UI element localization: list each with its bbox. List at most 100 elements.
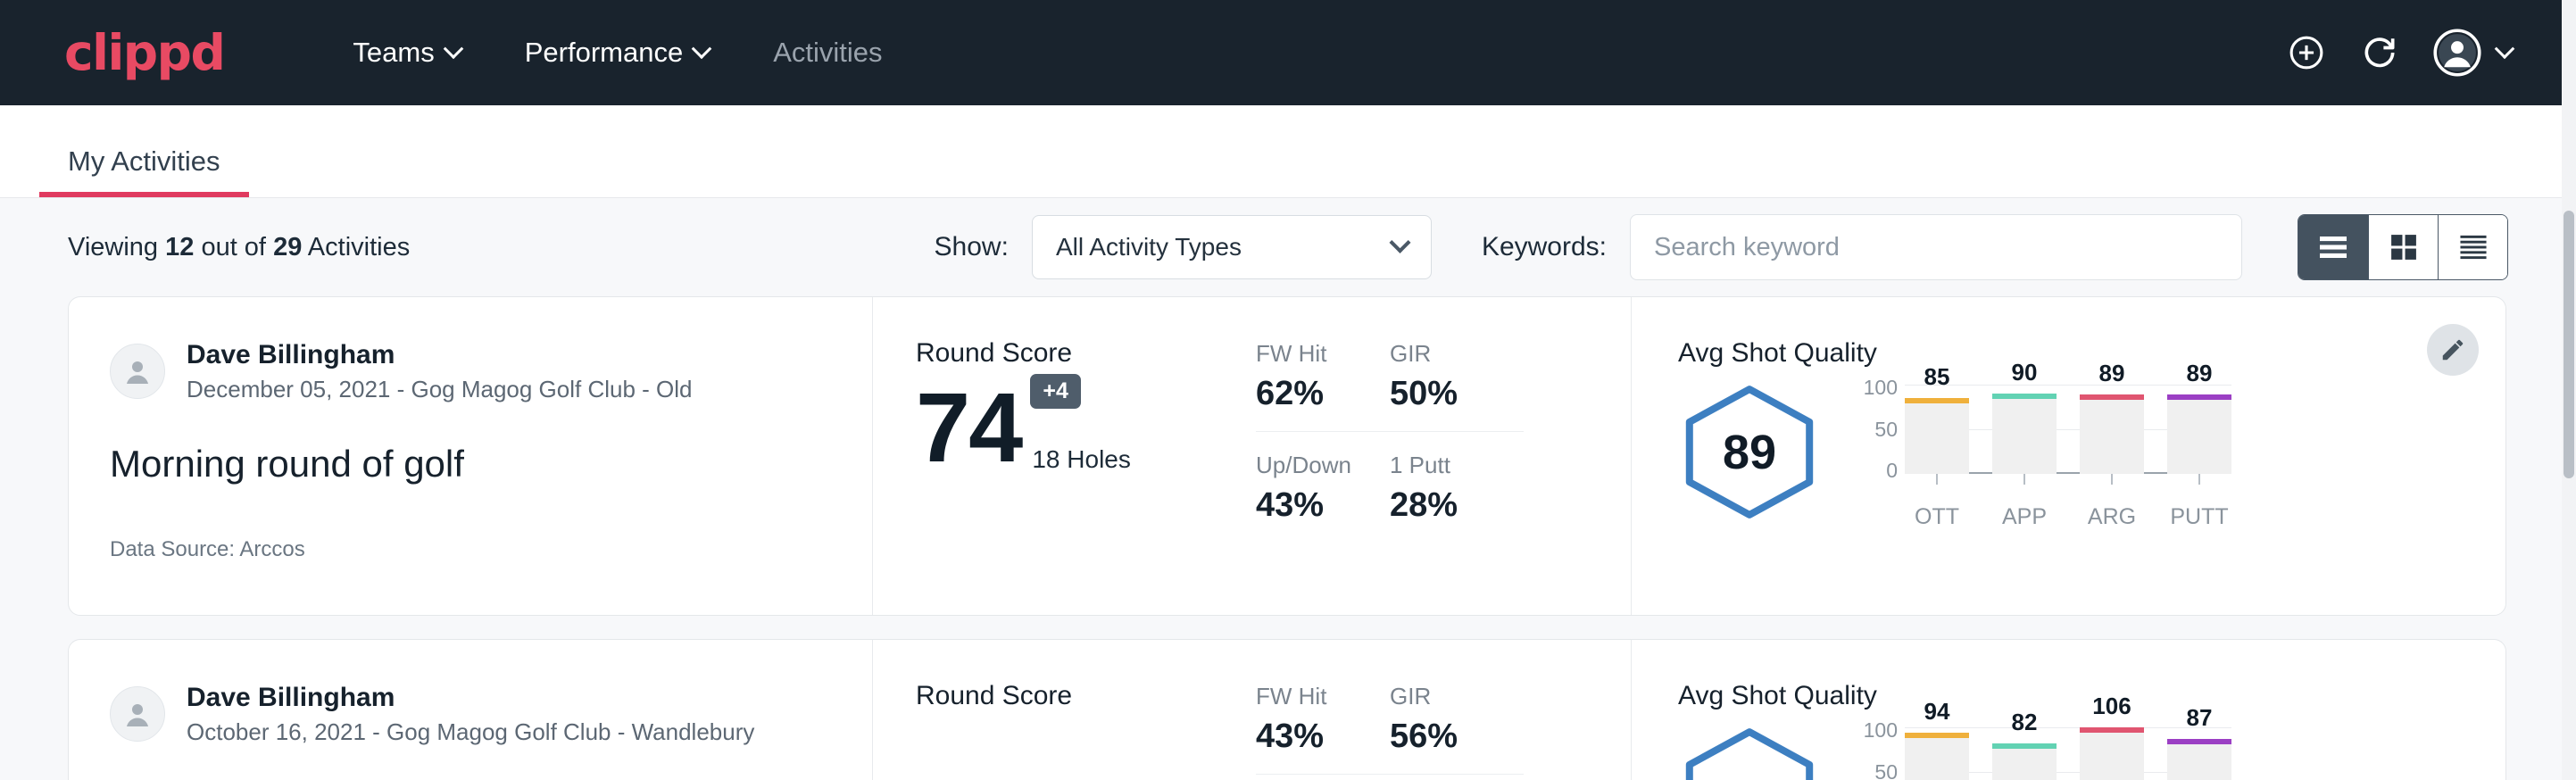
- chart-bars: 948210687: [1905, 727, 2231, 780]
- chart-bar-cap: [1992, 394, 2057, 399]
- stat-fw-hit-value: 62%: [1256, 375, 1365, 413]
- chart-y-axis: 100 50 0: [1851, 376, 1905, 483]
- y-tick-50: 50: [1874, 760, 1898, 780]
- nav-item-activities[interactable]: Activities: [741, 37, 914, 69]
- clippd-logo[interactable]: clippd: [64, 24, 224, 81]
- compact-view-toggle[interactable]: [2438, 215, 2507, 279]
- grid-view-toggle[interactable]: [2368, 215, 2438, 279]
- activity-card[interactable]: Dave Billingham October 16, 2021 - Gog M…: [68, 639, 2506, 780]
- round-score-label: Round Score: [916, 681, 1247, 711]
- stat-fw-hit: FW Hit 43%: [1256, 683, 1390, 775]
- chart-bar-ott: 94: [1905, 727, 1969, 780]
- avatar: [110, 344, 165, 399]
- round-score-column: Round Score: [872, 640, 1247, 780]
- stat-up-down-label: Up/Down: [1256, 452, 1365, 479]
- activity-type-select-value: All Activity Types: [1056, 233, 1242, 261]
- activity-type-select[interactable]: All Activity Types: [1032, 215, 1432, 279]
- refresh-icon[interactable]: [2360, 33, 2399, 72]
- y-tick-100: 100: [1864, 718, 1898, 743]
- stat-gir: GIR 56%: [1390, 683, 1524, 775]
- stat-one-putt: 1 Putt 28%: [1390, 432, 1524, 525]
- player-name: Dave Billingham: [187, 681, 754, 715]
- chart-bar-value-app: 90: [1992, 359, 2057, 386]
- avg-shot-quality-content: 100 50 0 948210687: [1678, 720, 2505, 780]
- stat-gir-label: GIR: [1390, 340, 1499, 368]
- player-header: Dave Billingham December 05, 2021 - Gog …: [110, 338, 872, 405]
- stat-fw-hit: FW Hit 62%: [1256, 340, 1390, 432]
- chart-y-axis: 100 50 0: [1851, 718, 1905, 780]
- tab-my-activities[interactable]: My Activities: [39, 145, 249, 197]
- page-scrollbar[interactable]: [2562, 0, 2576, 780]
- tab-my-activities-label: My Activities: [68, 145, 220, 177]
- chevron-down-icon: [1389, 231, 1410, 253]
- chart-bar-cap: [1905, 733, 1969, 738]
- stat-gir-value: 56%: [1390, 718, 1499, 756]
- shot-quality-bar-chart: 100 50 0 85908989: [1851, 385, 2231, 530]
- stat-fw-hit-value: 43%: [1256, 718, 1365, 756]
- primary-nav-links: Teams Performance Activities: [320, 37, 914, 69]
- nav-item-teams[interactable]: Teams: [320, 37, 492, 69]
- quality-hexagon-value: [1678, 726, 1821, 780]
- viewing-count-text: Viewing 12 out of 29 Activities: [68, 233, 410, 262]
- chart-bar-value-ott: 85: [1905, 363, 1969, 391]
- nav-item-performance[interactable]: Performance: [493, 37, 741, 69]
- player-text: Dave Billingham October 16, 2021 - Gog M…: [187, 681, 754, 748]
- chart-bar-body: [2167, 739, 2231, 780]
- stat-up-down: Up/Down 43%: [1256, 432, 1390, 525]
- round-score-column: Round Score 74 +4 18 Holes: [872, 297, 1247, 615]
- add-circle-icon[interactable]: [2287, 33, 2326, 72]
- activity-card-list: Dave Billingham December 05, 2021 - Gog …: [0, 296, 2562, 780]
- stat-one-putt-value: 28%: [1390, 486, 1499, 525]
- round-stats-column: FW Hit 62% GIR 50% Up/Down 43% 1 Putt 28…: [1247, 297, 1631, 615]
- edit-activity-button[interactable]: [2427, 324, 2479, 376]
- keywords-label: Keywords:: [1482, 232, 1607, 262]
- chart-bar-body: [1905, 398, 1969, 474]
- y-tick-0: 0: [1886, 459, 1898, 483]
- nav-item-activities-label: Activities: [773, 37, 882, 69]
- activity-meta: December 05, 2021 - Gog Magog Golf Club …: [187, 374, 693, 405]
- activity-meta: October 16, 2021 - Gog Magog Golf Club -…: [187, 717, 754, 748]
- chart-bar-body: [1905, 733, 1969, 780]
- chart-bar-value-putt: 89: [2167, 360, 2231, 387]
- activity-card[interactable]: Dave Billingham December 05, 2021 - Gog …: [68, 296, 2506, 616]
- account-avatar[interactable]: [2433, 29, 2512, 77]
- y-tick-50: 50: [1874, 418, 1898, 442]
- chart-bars: 85908989: [1905, 385, 2231, 474]
- chart-x-axis: OTTAPPARGPUTT: [1905, 504, 2231, 530]
- player-text: Dave Billingham December 05, 2021 - Gog …: [187, 338, 693, 405]
- chevron-down-icon: [2495, 38, 2515, 59]
- chart-x-label-putt: PUTT: [2167, 504, 2231, 530]
- search-input[interactable]: Search keyword: [1630, 214, 2242, 280]
- activity-identity-column: Dave Billingham December 05, 2021 - Gog …: [69, 297, 872, 615]
- holes-played: 18 Holes: [1032, 445, 1131, 474]
- stat-fw-hit-label: FW Hit: [1256, 683, 1365, 710]
- top-navigation-bar: clippd Teams Performance Activities: [0, 0, 2562, 105]
- avg-shot-quality-content: 89 100 50 0 8590: [1678, 378, 2505, 530]
- shot-quality-bar-chart: 100 50 0 948210687: [1851, 727, 2231, 780]
- round-score-value-group: 74 +4 18 Holes: [916, 374, 1247, 479]
- round-stats-grid: FW Hit 62% GIR 50% Up/Down 43% 1 Putt 28…: [1256, 340, 1631, 525]
- view-mode-toggle-group: [2298, 214, 2508, 280]
- chart-bar-value-arg: 89: [2080, 360, 2144, 387]
- avatar: [110, 686, 165, 742]
- player-header: Dave Billingham October 16, 2021 - Gog M…: [110, 681, 872, 748]
- chart-bar-value-app: 82: [1992, 709, 2057, 736]
- stat-up-down-value: 43%: [1256, 486, 1365, 525]
- chart-x-label-app: APP: [1992, 504, 2057, 530]
- avg-shot-quality-column: Avg Shot Quality 100 50 0: [1631, 640, 2505, 780]
- chart-bar-cap: [2167, 394, 2231, 400]
- app-root: clippd Teams Performance Activities: [0, 0, 2562, 780]
- chart-bar-value-arg: 106: [2080, 693, 2144, 720]
- viewing-suffix: Activities: [308, 233, 410, 261]
- activity-identity-column: Dave Billingham October 16, 2021 - Gog M…: [69, 640, 872, 780]
- list-view-toggle[interactable]: [2298, 215, 2368, 279]
- stat-gir-value: 50%: [1390, 375, 1499, 413]
- chart-bar-value-putt: 87: [2167, 704, 2231, 732]
- chart-bar-ott: 85: [1905, 385, 1969, 474]
- nav-actions: [2287, 29, 2512, 77]
- page-scrollbar-thumb[interactable]: [2564, 211, 2574, 478]
- chart-bar-cap: [1992, 743, 2057, 749]
- page-tab-bar: My Activities: [0, 105, 2562, 198]
- chevron-down-icon: [443, 38, 463, 59]
- round-score-side: +4 18 Holes: [1021, 374, 1131, 479]
